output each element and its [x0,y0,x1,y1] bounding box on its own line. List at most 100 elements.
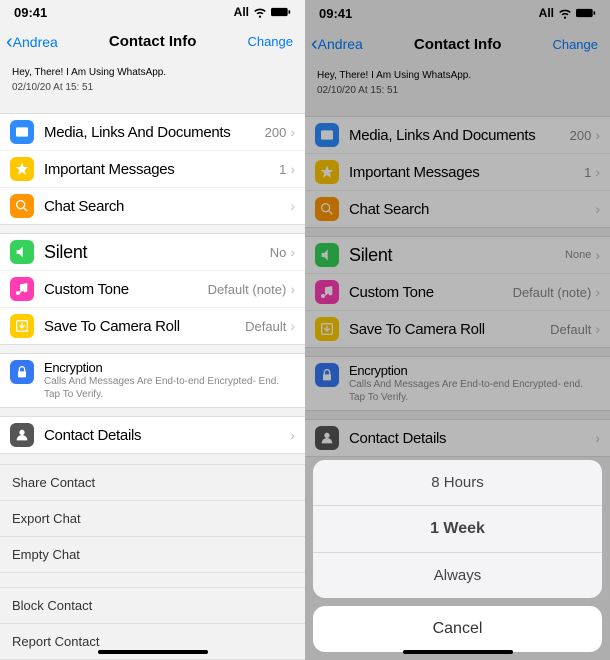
section-media: Media, Links And Documents 200 › Importa… [0,113,305,225]
speaker-icon [10,240,34,264]
chevron-right-icon: › [290,124,295,140]
chevron-right-icon: › [595,321,600,337]
tone-row[interactable]: Custom Tone Default (note) › [305,274,610,311]
option-always[interactable]: Always [313,553,602,598]
save-row[interactable]: Save To Camera Roll Default › [0,308,305,344]
option-8-hours[interactable]: 8 Hours [313,460,602,506]
silent-row[interactable]: Silent No › [0,234,305,271]
contact-icon [315,426,339,450]
share-contact[interactable]: Share Contact [0,464,305,501]
battery-icon [576,5,596,21]
chevron-left-icon: ‹ [6,32,13,52]
chevron-left-icon: ‹ [311,34,318,54]
search-row[interactable]: Chat Search › [305,191,610,227]
contact-icon [10,423,34,447]
details-row[interactable]: Contact Details › [0,417,305,453]
tone-label: Custom Tone [44,281,208,298]
status-indicators: All [234,4,291,20]
carrier-text: All [234,5,249,19]
option-1-week[interactable]: 1 Week [313,506,602,553]
save-label: Save To Camera Roll [349,321,550,338]
status-date: 02/10/20 At 15: 51 [12,82,293,93]
back-button[interactable]: ‹ Andrea [311,34,363,54]
section-media: Media, Links And Documents 200 › Importa… [305,116,610,228]
export-chat[interactable]: Export Chat [0,501,305,537]
encryption-sub: Calls And Messages Are End-to-end Encryp… [44,375,295,401]
page-title: Contact Info [109,33,197,50]
back-button[interactable]: ‹ Andrea [6,32,58,52]
home-indicator[interactable] [403,650,513,654]
details-label: Contact Details [44,427,290,444]
important-value: 1 [584,165,591,180]
media-label: Media, Links And Documents [349,127,570,144]
encryption-label: Encryption [349,363,600,378]
details-label: Contact Details [349,430,595,447]
wifi-icon [558,5,572,21]
important-row[interactable]: Important Messages 1 › [0,151,305,188]
chevron-right-icon: › [595,127,600,143]
save-icon [315,317,339,341]
status-text: Hey, There! I Am Using WhatsApp. [12,67,293,78]
section-encryption: Encryption Calls And Messages Are End-to… [305,356,610,411]
back-label: Andrea [13,34,58,50]
change-button[interactable]: Change [552,37,604,52]
change-button[interactable]: Change [247,34,299,49]
encryption-label: Encryption [44,360,295,375]
chevron-right-icon: › [290,244,295,260]
chevron-right-icon: › [290,427,295,443]
media-value: 200 [570,128,592,143]
encryption-text: Encryption Calls And Messages Are End-to… [349,363,600,404]
media-value: 200 [265,125,287,140]
block-contact[interactable]: Block Contact [0,587,305,624]
chevron-right-icon: › [595,284,600,300]
silent-row[interactable]: Silent None › [305,237,610,274]
status-date: 02/10/20 At 15: 51 [317,85,598,96]
chevron-right-icon: › [595,247,600,263]
report-contact[interactable]: Report Contact [0,624,305,660]
status-message: Hey, There! I Am Using WhatsApp. 02/10/2… [305,64,610,108]
encryption-sub: Calls And Messages Are End-to-end Encryp… [349,378,600,404]
status-message: Hey, There! I Am Using WhatsApp. 02/10/2… [0,61,305,105]
chevron-right-icon: › [595,164,600,180]
home-indicator[interactable] [98,650,208,654]
encryption-row[interactable]: Encryption Calls And Messages Are End-to… [305,357,610,410]
details-row[interactable]: Contact Details › [305,420,610,456]
important-row[interactable]: Important Messages 1 › [305,154,610,191]
status-time: 09:41 [319,6,352,21]
nav-bar: ‹ Andrea Contact Info Change [305,24,610,64]
section-settings: Silent None › Custom Tone Default (note)… [305,236,610,348]
silent-value: No [270,245,287,260]
chevron-right-icon: › [595,201,600,217]
search-icon [10,194,34,218]
chevron-right-icon: › [290,161,295,177]
star-icon [315,160,339,184]
cancel-button[interactable]: Cancel [313,606,602,652]
empty-chat[interactable]: Empty Chat [0,537,305,573]
wifi-icon [253,4,267,20]
tone-value: Default (note) [208,282,287,297]
media-row[interactable]: Media, Links And Documents 200 › [0,114,305,151]
tone-row[interactable]: Custom Tone Default (note) › [0,271,305,308]
chevron-right-icon: › [290,198,295,214]
right-screen: 09:41 All ‹ Andrea Contact Info Change H… [305,0,610,660]
speaker-icon [315,243,339,267]
music-icon [10,277,34,301]
section-encryption: Encryption Calls And Messages Are End-to… [0,353,305,408]
status-bar: 09:41 All [305,0,610,24]
status-bar: 09:41 All [0,0,305,23]
media-label: Media, Links And Documents [44,124,265,141]
encryption-text: Encryption Calls And Messages Are End-to… [44,360,295,401]
save-value: Default [245,319,286,334]
search-label: Chat Search [44,198,290,215]
status-text: Hey, There! I Am Using WhatsApp. [317,70,598,81]
lock-icon [315,363,339,387]
encryption-row[interactable]: Encryption Calls And Messages Are End-to… [0,354,305,407]
chevron-right-icon: › [595,430,600,446]
save-row[interactable]: Save To Camera Roll Default › [305,311,610,347]
media-row[interactable]: Media, Links And Documents 200 › [305,117,610,154]
silent-label: Silent [44,242,270,263]
battery-icon [271,4,291,20]
section-details: Contact Details › [0,416,305,454]
search-row[interactable]: Chat Search › [0,188,305,224]
lock-icon [10,360,34,384]
